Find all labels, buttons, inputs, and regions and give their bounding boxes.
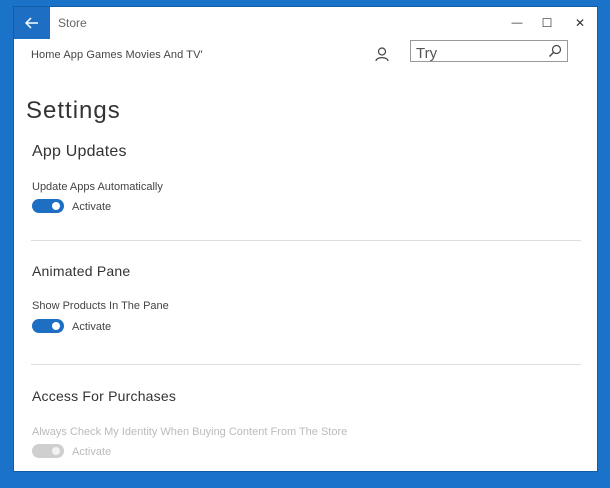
close-button[interactable]: ✕ (563, 7, 597, 39)
close-icon: ✕ (574, 16, 586, 30)
toggle-knob (52, 202, 60, 210)
minimize-button[interactable]: — (500, 7, 534, 39)
nav-app[interactable]: App (63, 49, 83, 61)
nav-games[interactable]: Games (86, 49, 122, 61)
divider (31, 240, 581, 241)
page-title: Settings (26, 97, 121, 124)
title-bar: Store — ☐ ✕ (14, 7, 597, 39)
search-icon[interactable] (548, 44, 562, 58)
section-title-access-purchases: Access For Purchases (32, 388, 177, 404)
toggle-label-update-apps: Activate (72, 201, 112, 213)
nav-home[interactable]: Home (31, 49, 61, 61)
app-title: Store (58, 16, 87, 30)
setting-label-show-products: Show Products In The Pane (32, 300, 169, 312)
section-title-animated-pane: Animated Pane (32, 263, 131, 279)
divider (31, 364, 581, 365)
back-arrow-icon (25, 17, 38, 29)
toggle-label-show-products: Activate (72, 321, 112, 333)
toggle-knob (52, 322, 60, 330)
search-box[interactable]: Try (410, 40, 568, 62)
top-nav: Home App Games Movies And TV' (31, 49, 203, 61)
store-window: Store — ☐ ✕ Home App Games Movies And TV… (14, 7, 597, 471)
maximize-icon: ☐ (541, 16, 553, 30)
section-title-app-updates: App Updates (32, 143, 127, 160)
toggle-update-apps[interactable] (32, 199, 64, 213)
user-icon[interactable] (374, 46, 390, 62)
toggle-knob (52, 447, 60, 455)
setting-label-update-apps: Update Apps Automatically (32, 181, 163, 193)
nav-movies-tv[interactable]: Movies And TV' (125, 49, 202, 61)
maximize-button[interactable]: ☐ (530, 7, 564, 39)
setting-label-check-identity: Always Check My Identity When Buying Con… (32, 426, 348, 438)
back-button[interactable] (14, 7, 50, 39)
minimize-icon: — (511, 17, 523, 29)
toggle-label-check-identity: Activate (72, 446, 112, 458)
toggle-check-identity (32, 444, 64, 458)
search-input[interactable]: Try (416, 45, 437, 62)
toggle-show-products[interactable] (32, 319, 64, 333)
